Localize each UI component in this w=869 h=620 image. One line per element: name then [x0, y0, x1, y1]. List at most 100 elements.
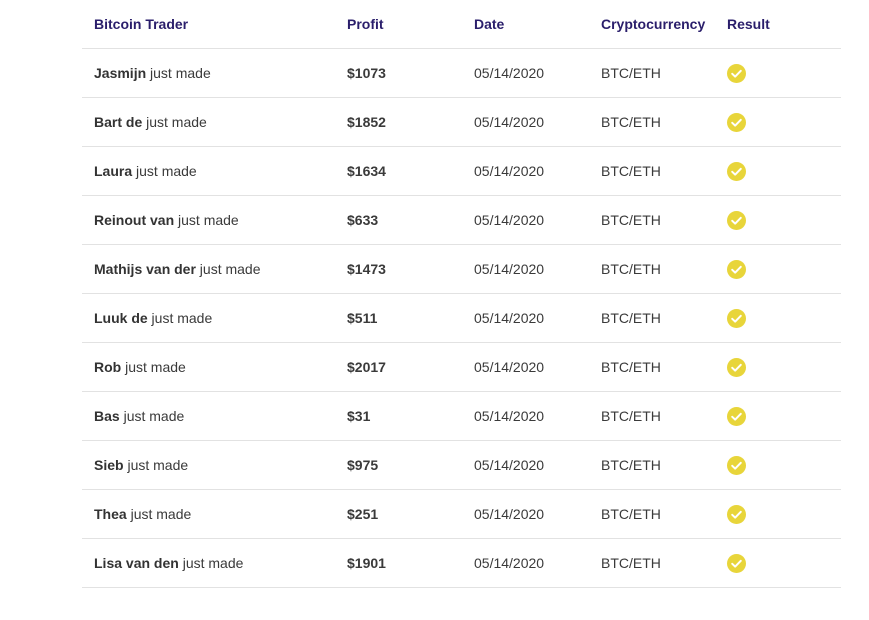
date-cell: 05/14/2020: [462, 440, 589, 490]
cryptocurrency-cell: BTC/ETH: [589, 195, 715, 245]
cryptocurrency-cell: BTC/ETH: [589, 48, 715, 98]
trader-cell: Lisa van den just made: [82, 538, 335, 588]
result-cell: [715, 293, 841, 343]
header-date: Date: [462, 0, 589, 49]
trader-name: Reinout van: [94, 211, 175, 228]
profit-cell: $1473: [335, 244, 462, 294]
header-cryptocurrency: Cryptocurrency: [589, 0, 715, 49]
date-cell: 05/14/2020: [462, 293, 589, 343]
trader-cell: Sieb just made: [82, 440, 335, 490]
date-cell: 05/14/2020: [462, 538, 589, 588]
trader-cell: Mathijs van der just made: [82, 244, 335, 294]
cryptocurrency-cell: BTC/ETH: [589, 293, 715, 343]
trader-name: Rob: [94, 358, 122, 375]
table-row: Bas just made $31 05/14/2020 BTC/ETH: [82, 391, 841, 441]
date-cell: 05/14/2020: [462, 342, 589, 392]
trader-cell: Bart de just made: [82, 97, 335, 147]
table-row: Sieb just made $975 05/14/2020 BTC/ETH: [82, 440, 841, 490]
result-cell: [715, 146, 841, 196]
profit-cell: $511: [335, 293, 462, 343]
trader-name: Laura: [94, 162, 133, 179]
result-cell: [715, 489, 841, 539]
profit-cell: $251: [335, 489, 462, 539]
trader-suffix: just made: [174, 211, 239, 228]
cryptocurrency-cell: BTC/ETH: [589, 489, 715, 539]
trader-suffix: just made: [147, 309, 213, 326]
result-cell: [715, 97, 841, 147]
trader-name: Lisa van den: [94, 554, 179, 571]
date-cell: 05/14/2020: [462, 195, 589, 245]
profit-cell: $975: [335, 440, 462, 490]
result-cell: [715, 195, 841, 245]
trader-suffix: just made: [132, 162, 197, 179]
check-circle-icon: [727, 161, 746, 181]
trader-suffix: just made: [119, 407, 185, 424]
table-row: Laura just made $1634 05/14/2020 BTC/ETH: [82, 146, 841, 196]
trader-cell: Rob just made: [82, 342, 335, 392]
check-circle-icon: [727, 259, 746, 279]
result-cell: [715, 391, 841, 441]
check-circle-icon: [727, 357, 746, 377]
table-body: Jasmijn just made $1073 05/14/2020 BTC/E…: [82, 48, 841, 588]
trader-cell: Luuk de just made: [82, 293, 335, 343]
header-trader: Bitcoin Trader: [82, 0, 335, 49]
date-cell: 05/14/2020: [462, 97, 589, 147]
trader-cell: Jasmijn just made: [82, 48, 335, 98]
check-circle-icon: [727, 308, 746, 328]
header-profit: Profit: [335, 0, 462, 49]
cryptocurrency-cell: BTC/ETH: [589, 391, 715, 441]
check-circle-icon: [727, 455, 746, 475]
cryptocurrency-cell: BTC/ETH: [589, 146, 715, 196]
trader-name: Bas: [94, 407, 120, 424]
header-result: Result: [715, 0, 841, 49]
profit-cell: $633: [335, 195, 462, 245]
profit-cell: $1901: [335, 538, 462, 588]
date-cell: 05/14/2020: [462, 391, 589, 441]
result-cell: [715, 538, 841, 588]
date-cell: 05/14/2020: [462, 489, 589, 539]
result-cell: [715, 342, 841, 392]
table-row: Reinout van just made $633 05/14/2020 BT…: [82, 195, 841, 245]
trader-suffix: just made: [121, 358, 186, 375]
result-cell: [715, 244, 841, 294]
cryptocurrency-cell: BTC/ETH: [589, 440, 715, 490]
check-circle-icon: [727, 553, 746, 573]
trader-name: Thea: [94, 505, 127, 522]
check-circle-icon: [727, 406, 746, 426]
trader-cell: Thea just made: [82, 489, 335, 539]
cryptocurrency-cell: BTC/ETH: [589, 538, 715, 588]
profit-cell: $31: [335, 391, 462, 441]
table-row: Rob just made $2017 05/14/2020 BTC/ETH: [82, 342, 841, 392]
trader-suffix: just made: [178, 554, 244, 571]
check-circle-icon: [727, 210, 746, 230]
check-circle-icon: [727, 63, 746, 83]
trader-suffix: just made: [126, 505, 192, 522]
trader-name: Luuk de: [94, 309, 148, 326]
table-row: Bart de just made $1852 05/14/2020 BTC/E…: [82, 97, 841, 147]
trader-suffix: just made: [142, 113, 207, 130]
cryptocurrency-cell: BTC/ETH: [589, 342, 715, 392]
trader-suffix: just made: [146, 64, 211, 81]
profit-cell: $1852: [335, 97, 462, 147]
trader-suffix: just made: [123, 456, 189, 473]
check-circle-icon: [727, 112, 746, 132]
table-header: Bitcoin Trader Profit Date Cryptocurrenc…: [82, 0, 841, 49]
date-cell: 05/14/2020: [462, 244, 589, 294]
date-cell: 05/14/2020: [462, 48, 589, 98]
trader-name: Mathijs van der: [94, 260, 196, 277]
trader-suffix: just made: [195, 260, 261, 277]
trader-name: Sieb: [94, 456, 124, 473]
cryptocurrency-cell: BTC/ETH: [589, 97, 715, 147]
table-row: Luuk de just made $511 05/14/2020 BTC/ET…: [82, 293, 841, 343]
trader-cell: Bas just made: [82, 391, 335, 441]
table-row: Lisa van den just made $1901 05/14/2020 …: [82, 538, 841, 588]
trader-name: Bart de: [94, 113, 143, 130]
cryptocurrency-cell: BTC/ETH: [589, 244, 715, 294]
trader-cell: Laura just made: [82, 146, 335, 196]
header-row: Bitcoin Trader Profit Date Cryptocurrenc…: [82, 0, 841, 49]
result-cell: [715, 48, 841, 98]
profit-cell: $2017: [335, 342, 462, 392]
trades-table: Bitcoin Trader Profit Date Cryptocurrenc…: [82, 0, 841, 588]
profit-cell: $1073: [335, 48, 462, 98]
profit-cell: $1634: [335, 146, 462, 196]
